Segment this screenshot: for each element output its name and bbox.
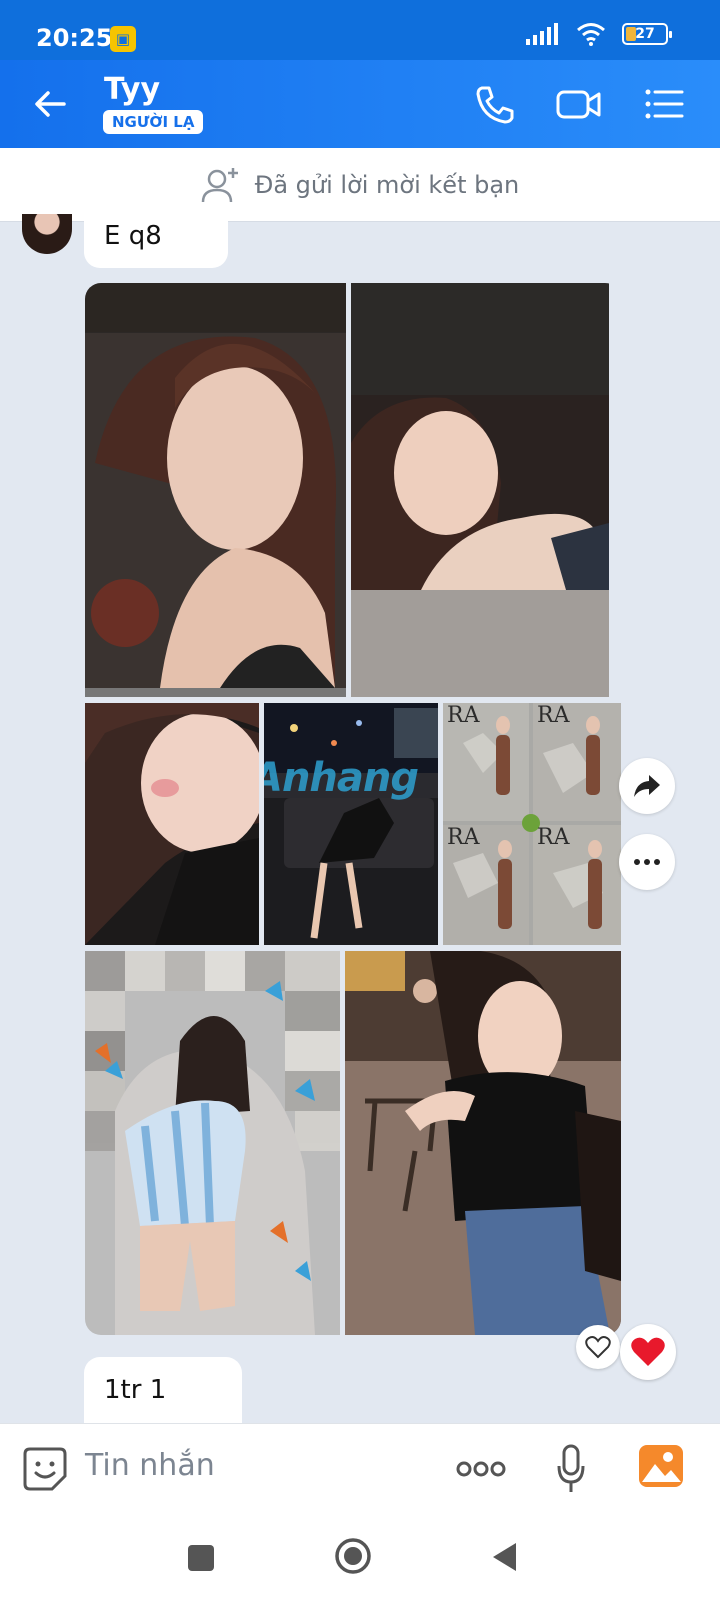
- microphone-icon[interactable]: [556, 1444, 586, 1494]
- status-time: 20:25: [36, 24, 113, 52]
- album-photo[interactable]: [85, 283, 346, 697]
- photo-selfie-1: [85, 333, 346, 697]
- status-icons: 27: [526, 22, 672, 46]
- wall-sign-text: RA: [447, 703, 480, 728]
- message-text: E q8: [104, 221, 162, 251]
- chat-header: Tyy NGƯỜI LẠ: [0, 60, 720, 148]
- video-camera-icon[interactable]: [555, 82, 603, 126]
- add-user-icon: [201, 167, 238, 202]
- album-photo[interactable]: [85, 951, 340, 1335]
- more-options-icon[interactable]: [456, 1460, 506, 1478]
- red-heart-icon: [631, 1337, 665, 1366]
- album-photo[interactable]: Anhang: [264, 703, 438, 945]
- status-bar: 20:25 ▣ 27: [0, 0, 720, 60]
- message-bubble[interactable]: E q8: [84, 210, 228, 268]
- wall-sign-text: RA: [447, 825, 480, 850]
- heart-outline-icon: [585, 1336, 611, 1359]
- photo-night-sofa: [264, 703, 438, 945]
- share-button[interactable]: [619, 758, 675, 814]
- back-button[interactable]: [490, 1541, 520, 1573]
- love-reaction-badge[interactable]: [620, 1324, 676, 1380]
- signal-icon: [526, 23, 558, 45]
- message-input-bar: Tin nhắn: [0, 1423, 720, 1515]
- wifi-icon: [577, 23, 605, 46]
- wall-sign-text: RA: [537, 703, 570, 728]
- avatar[interactable]: [22, 214, 72, 254]
- contact-name[interactable]: Tyy: [104, 72, 160, 107]
- home-button[interactable]: [333, 1536, 373, 1576]
- list-menu-icon[interactable]: [640, 82, 688, 126]
- album-photo[interactable]: [351, 283, 609, 697]
- watermark: Anhang: [264, 755, 419, 801]
- gallery-icon[interactable]: [638, 1444, 684, 1488]
- more-icon: [634, 859, 660, 865]
- friend-request-text: Đã gửi lời mời kết bạn: [254, 170, 520, 199]
- notification-icon: ▣: [110, 26, 136, 52]
- battery-level: 27: [635, 26, 655, 42]
- photo-selfie-2: [351, 395, 609, 697]
- wall-sign-text: RA: [537, 825, 570, 850]
- photo-selfie-3: [85, 703, 259, 945]
- album-photo[interactable]: [85, 703, 259, 945]
- album-photo[interactable]: [345, 951, 621, 1335]
- album-photo[interactable]: RA RA RA RA: [443, 703, 621, 945]
- stranger-badge: NGƯỜI LẠ: [103, 110, 204, 134]
- photo-wall-collage: [443, 703, 621, 945]
- message-bubble[interactable]: 1tr 1 cadi: [84, 1357, 242, 1471]
- share-icon: [634, 775, 660, 797]
- recent-apps-button[interactable]: [188, 1545, 214, 1571]
- back-arrow-icon[interactable]: [28, 82, 72, 126]
- photo-album[interactable]: Anhang RA RA RA RA: [85, 283, 621, 1335]
- battery-icon: 27: [622, 23, 672, 45]
- photo-pixelated: [85, 951, 340, 1335]
- message-input[interactable]: Tin nhắn: [85, 1448, 215, 1483]
- photo-street-cafe: [345, 951, 621, 1335]
- system-nav-bar: [0, 1515, 720, 1600]
- more-button[interactable]: [619, 834, 675, 890]
- phone-icon[interactable]: [470, 82, 518, 126]
- react-button[interactable]: [576, 1325, 620, 1369]
- sticker-icon[interactable]: [22, 1446, 68, 1492]
